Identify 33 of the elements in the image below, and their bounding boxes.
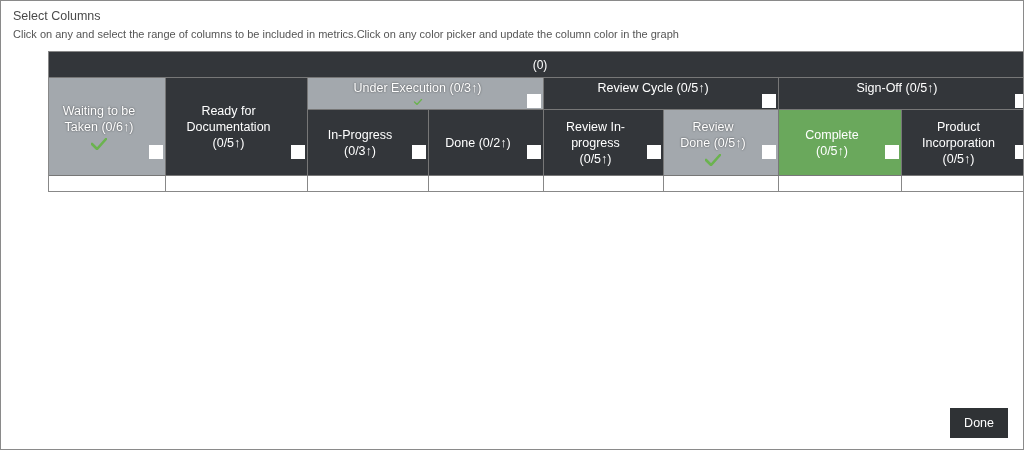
column-label: Ready for Documentation (0/5↑) <box>185 102 272 151</box>
color-picker[interactable] <box>412 145 426 159</box>
column-label: Sign-Off (0/5↑) <box>856 80 938 96</box>
color-picker[interactable] <box>647 145 661 159</box>
table-header-cell: (0) <box>49 52 1023 78</box>
instructions-text: Click on any and select the range of columns to be included in metrics.Click on any color picker and update the column color in the graph <box>13 28 680 40</box>
column-header[interactable]: Product Incorporation (0/5↑) <box>902 110 1023 176</box>
column-label: Waiting to be Taken (0/6↑) <box>61 103 137 135</box>
color-picker[interactable] <box>762 94 776 108</box>
column-label: Review Done (0/5↑) <box>679 119 747 151</box>
column-header[interactable]: Ready for Documentation (0/5↑) <box>166 78 308 176</box>
column-label: Review In-progress (0/5↑) <box>564 118 626 167</box>
column-header[interactable]: In-Progress (0/3↑) <box>308 110 429 176</box>
dialog-title: Select Columns <box>13 9 102 23</box>
color-picker[interactable] <box>527 94 541 108</box>
column-header[interactable]: Done (0/2↑) <box>429 110 544 176</box>
column-label: Product Incorporation (0/5↑) <box>921 118 996 167</box>
color-picker[interactable] <box>149 145 163 159</box>
column-header[interactable]: Review Cycle (0/5↑) <box>544 78 779 110</box>
done-button[interactable]: Done <box>950 408 1008 438</box>
color-picker[interactable] <box>291 145 305 159</box>
column-label: In-Progress (0/3↑) <box>326 126 394 159</box>
column-label: Complete (0/5↑) <box>804 126 860 159</box>
color-picker[interactable] <box>762 145 776 159</box>
color-picker[interactable] <box>885 145 899 159</box>
column-header[interactable]: Review In-progress (0/5↑) <box>544 110 664 176</box>
check-icon <box>91 138 107 150</box>
column-label: Review Cycle (0/5↑) <box>597 80 709 96</box>
check-icon <box>705 154 721 166</box>
color-picker[interactable] <box>527 145 541 159</box>
column-header[interactable]: Sign-Off (0/5↑) <box>779 78 1023 110</box>
column-label: Done (0/2↑) <box>445 134 511 151</box>
column-label: Under Execution (0/3↑) <box>353 80 482 96</box>
